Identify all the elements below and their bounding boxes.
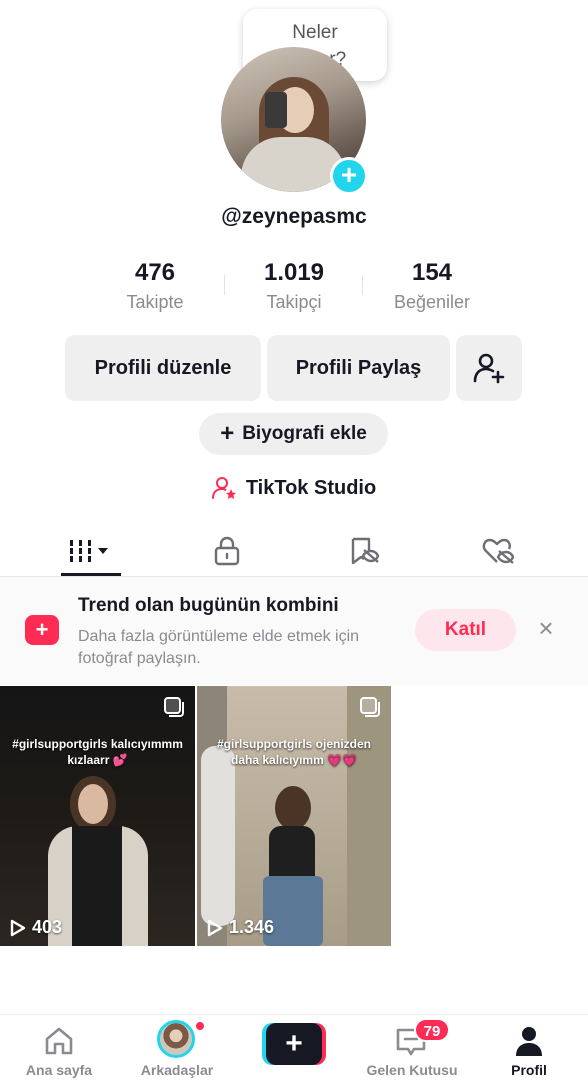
nav-profile[interactable]: Profil: [470, 1015, 588, 1080]
profile-icon: [516, 1027, 542, 1056]
stat-likes-value: 154: [411, 259, 453, 286]
stat-followers[interactable]: 1.019 Takipçi: [224, 258, 364, 313]
share-profile-button[interactable]: Profili Paylaş: [267, 335, 450, 401]
close-icon[interactable]: ×: [535, 615, 557, 641]
video-thumbnail[interactable]: #girlsupportgirls ojenizden daha kalıcıy…: [197, 686, 391, 946]
nav-friends-label: Arkadaşlar: [140, 1062, 214, 1078]
view-count-value: 1.346: [229, 917, 275, 937]
inbox-badge: 79: [414, 1018, 450, 1042]
trend-title: Trend olan bugünün kombini: [78, 595, 339, 616]
notification-dot: [194, 1020, 206, 1032]
heart-eye-icon: [482, 538, 514, 564]
bottom-nav: Ana sayfa Arkadaşlar + Gelen Kutusu Prof…: [0, 1014, 588, 1080]
trend-subtitle: Daha fazla görüntüleme elde etmek için f…: [78, 628, 360, 667]
stat-followers-value: 1.019: [263, 259, 325, 286]
plus-icon: +: [266, 1023, 322, 1065]
edit-profile-button[interactable]: Profili düzenle: [65, 335, 261, 401]
friends-avatar[interactable]: [157, 1020, 195, 1058]
nav-profile-label: Profil: [511, 1062, 547, 1078]
stat-following-label: Takipte: [126, 292, 184, 312]
view-count-value: 403: [32, 917, 63, 937]
add-bio-label: Biyografi ekle: [242, 423, 367, 444]
grid-icon: [69, 540, 108, 562]
nav-inbox[interactable]: Gelen Kutusu: [353, 1015, 471, 1080]
stat-following-value: 476: [134, 259, 176, 286]
plus-icon: +: [220, 420, 235, 447]
lock-icon: [214, 536, 239, 566]
camera-plus-icon: +: [25, 615, 59, 645]
add-user-icon: [473, 353, 505, 384]
video-thumbnail[interactable]: #girlsupportgirls kalıcıyımmm kızlaarr 💕…: [0, 686, 195, 946]
nav-home[interactable]: Ana sayfa: [0, 1015, 118, 1080]
stat-following[interactable]: 476 Takipte: [85, 258, 225, 313]
create-button[interactable]: +: [262, 1023, 326, 1065]
username: @zeynepasmc: [221, 205, 367, 228]
join-button[interactable]: Katıl: [415, 609, 516, 651]
play-icon: [207, 919, 223, 936]
bubble-text-line1: Neler: [292, 22, 338, 43]
tiktok-studio-link[interactable]: TikTok Studio: [0, 474, 588, 502]
active-tab-indicator: [61, 573, 121, 576]
tab-videos[interactable]: [17, 525, 164, 577]
studio-user-star-icon: [211, 477, 236, 499]
multi-photo-icon: [164, 697, 184, 717]
stat-followers-label: Takipçi: [266, 292, 322, 312]
add-friend-button[interactable]: [456, 335, 522, 401]
stat-likes-label: Beğeniler: [393, 292, 471, 312]
studio-label: TikTok Studio: [245, 476, 377, 499]
play-icon: [10, 919, 26, 936]
video-caption: #girlsupportgirls ojenizden daha kalıcıy…: [216, 737, 371, 767]
view-count: 1.346: [207, 917, 274, 938]
video-caption: #girlsupportgirls kalıcıyımmm kızlaarr 💕: [12, 737, 183, 767]
tab-reposts[interactable]: [290, 525, 437, 577]
add-bio-button[interactable]: + Biyografi ekle: [199, 413, 388, 455]
trend-banner[interactable]: + Trend olan bugünün kombini Daha fazla …: [0, 577, 588, 685]
profile-actions: Profili düzenle Profili Paylaş: [0, 335, 588, 401]
add-story-button[interactable]: +: [330, 157, 368, 195]
content-tabs: [0, 525, 588, 577]
stat-likes[interactable]: 154 Beğeniler: [362, 258, 502, 313]
bookmark-eye-icon: [351, 537, 379, 565]
tab-liked[interactable]: [424, 525, 571, 577]
nav-home-label: Ana sayfa: [25, 1062, 93, 1078]
view-count: 403: [10, 917, 62, 938]
tab-private[interactable]: [153, 525, 300, 577]
home-icon: [45, 1027, 73, 1055]
multi-photo-icon: [360, 697, 380, 717]
nav-inbox-label: Gelen Kutusu: [366, 1062, 458, 1078]
profile-avatar-container[interactable]: +: [221, 47, 368, 195]
profile-stats: 476 Takipte 1.019 Takipçi 154 Beğeniler: [0, 258, 588, 318]
